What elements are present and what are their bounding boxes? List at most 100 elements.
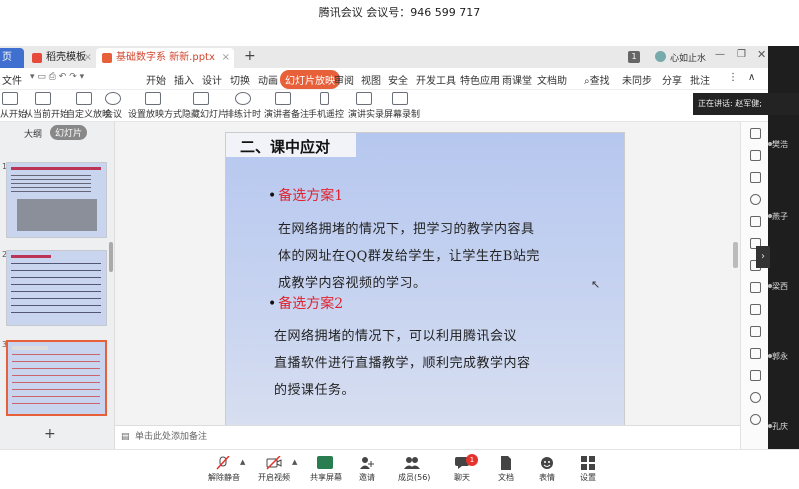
play-from-start-button[interactable]: 从开始	[0, 92, 27, 120]
share-screen-button[interactable]: 共享屏幕	[310, 456, 342, 483]
meeting-spacer	[0, 26, 799, 46]
screen-record-label: 屏幕录制	[384, 110, 421, 120]
notes-bar[interactable]: ▤ 单击此处添加备注	[115, 425, 740, 449]
new-tab-icon[interactable]: +	[244, 48, 256, 64]
speech-record-button[interactable]: 演讲实录	[348, 92, 384, 120]
select-icon[interactable]	[750, 128, 761, 139]
meeting-title-bar: 腾讯会议 会议号：946 599 717	[0, 0, 799, 26]
document-tab-bar: 页 稻壳模板 × 基础数字系 新新.pptx × + 1 心如止水 — ❐ ✕	[0, 46, 768, 68]
shape-icon[interactable]	[750, 172, 761, 183]
menu-file[interactable]: 文件	[2, 72, 22, 87]
play-icon	[2, 92, 18, 105]
slideshow-settings-button[interactable]: 设置放映方式	[128, 92, 182, 120]
participant-name: 郭永	[772, 352, 788, 361]
rehearse-timing-button[interactable]: 排练计时	[224, 92, 262, 120]
picture-icon[interactable]	[750, 282, 761, 293]
thumbnail-scrollbar[interactable]	[109, 242, 113, 272]
close-window-icon[interactable]: ✕	[757, 48, 766, 61]
invite-label: 邀请	[359, 473, 375, 482]
settings-grid-icon	[580, 456, 596, 470]
mouse-cursor-icon: ↖	[591, 278, 601, 291]
participant-name: 燕子	[772, 212, 788, 221]
members-icon	[404, 456, 420, 469]
quick-access-icons[interactable]: ▾ ▭ ⎙ ↶ ↷ ▾	[30, 72, 84, 82]
members-button[interactable]: 成员(56)	[398, 456, 430, 483]
help-icon[interactable]	[750, 414, 761, 425]
plan1-line: 成教学内容视频的学习。	[278, 276, 427, 291]
collapse-videos-icon[interactable]: ›	[756, 246, 770, 268]
muted-mic-icon	[215, 455, 231, 470]
menu-insert[interactable]: 插入	[174, 72, 194, 87]
avatar[interactable]	[655, 51, 666, 62]
menu-animation[interactable]: 动画	[258, 72, 278, 87]
phone-remote-button[interactable]: 手机遥控	[308, 92, 344, 120]
tab-daoke-template[interactable]: 稻壳模板 ×	[26, 48, 96, 68]
slide-thumbnail-active[interactable]	[6, 340, 107, 416]
play-from-current-button[interactable]: 从当前开始	[24, 92, 69, 120]
edit-icon[interactable]	[750, 304, 761, 315]
comment-button[interactable]: 批注	[690, 72, 710, 87]
layout-icon[interactable]	[750, 150, 761, 161]
meeting-button[interactable]: 会议	[104, 92, 122, 120]
menu-security[interactable]: 安全	[388, 72, 408, 87]
canvas-scrollbar[interactable]	[733, 242, 738, 268]
speech-record-label: 演讲实录	[348, 110, 385, 120]
collapse-ribbon-icon[interactable]: ∧	[748, 72, 755, 83]
menu-design[interactable]: 设计	[202, 72, 222, 87]
menu-review[interactable]: 审阅	[334, 72, 354, 87]
close-icon[interactable]: ×	[84, 48, 92, 68]
documents-button[interactable]: 文档	[496, 456, 516, 483]
tab-pptx-document[interactable]: 基础数字系 新新.pptx ×	[96, 48, 234, 68]
notes-icon: ▤	[121, 432, 130, 442]
tab-home[interactable]: 页	[0, 48, 24, 68]
chevron-up-icon[interactable]: ▲	[292, 458, 297, 466]
slide-thumbnail[interactable]	[6, 250, 107, 326]
restore-icon[interactable]: ❐	[737, 49, 746, 60]
more-icon[interactable]: ⋮	[728, 72, 738, 83]
animation-icon[interactable]	[750, 216, 761, 227]
reactions-button[interactable]: 表情	[537, 456, 557, 483]
eye-icon[interactable]	[750, 370, 761, 381]
share-button[interactable]: 分享	[662, 72, 682, 87]
sync-status[interactable]: 未同步	[622, 72, 652, 87]
style-icon[interactable]	[750, 194, 761, 205]
settings-label: 设置	[580, 473, 596, 482]
start-video-button[interactable]: 开启视频	[257, 455, 291, 483]
members-label: 成员(56)	[398, 473, 431, 482]
add-slide-icon[interactable]: +	[44, 426, 56, 442]
right-tool-strip	[740, 122, 768, 449]
tab-slides[interactable]: 幻灯片	[50, 125, 88, 140]
menu-doc-assistant[interactable]: 文档助	[537, 72, 567, 87]
menu-transition[interactable]: 切换	[230, 72, 250, 87]
menu-start[interactable]: 开始	[146, 72, 166, 87]
slide-thumbnail[interactable]	[6, 162, 107, 238]
audio-icon[interactable]	[750, 348, 761, 359]
invite-button[interactable]: 邀请	[355, 456, 379, 483]
menu-special[interactable]: 特色应用	[460, 72, 500, 87]
custom-show-button[interactable]: 自定义放映	[66, 92, 111, 120]
unmute-button[interactable]: 解除静音	[208, 455, 240, 483]
search-button[interactable]: ⌕查找	[584, 72, 610, 87]
slide-canvas[interactable]: 二、课中应对 • 备选方案1 在网络拥堵的情况下，把学习的教学内容具 体的网址在Q…	[115, 122, 740, 425]
chevron-up-icon[interactable]: ▲	[240, 458, 245, 466]
menu-rain-classroom[interactable]: 雨课堂	[502, 72, 532, 87]
presenter-notes-button[interactable]: 演讲者备注	[264, 92, 309, 120]
chat-label: 聊天	[454, 473, 470, 482]
tab-outline[interactable]: 大纲	[24, 127, 42, 140]
close-icon[interactable]: ×	[222, 48, 230, 68]
backup-icon[interactable]	[750, 326, 761, 337]
ppt-file-icon	[102, 53, 112, 63]
menu-devtools[interactable]: 开发工具	[416, 72, 456, 87]
more-tools-icon[interactable]	[750, 392, 761, 403]
meeting-icon	[105, 92, 121, 105]
menu-slideshow[interactable]: 幻灯片放映	[280, 70, 340, 89]
settings-button[interactable]: 设置	[578, 456, 598, 483]
menu-view[interactable]: 视图	[361, 72, 381, 87]
minimize-icon[interactable]: —	[715, 49, 725, 60]
slide[interactable]: 二、课中应对 • 备选方案1 在网络拥堵的情况下，把学习的教学内容具 体的网址在Q…	[225, 132, 625, 425]
screen-record-button[interactable]: 屏幕录制	[384, 92, 420, 120]
rehearse-timing-label: 排练计时	[224, 110, 261, 120]
settings-icon	[145, 92, 161, 105]
tab-home-label: 页	[2, 52, 12, 63]
hide-slide-button[interactable]: 隐藏幻灯片	[182, 92, 227, 120]
